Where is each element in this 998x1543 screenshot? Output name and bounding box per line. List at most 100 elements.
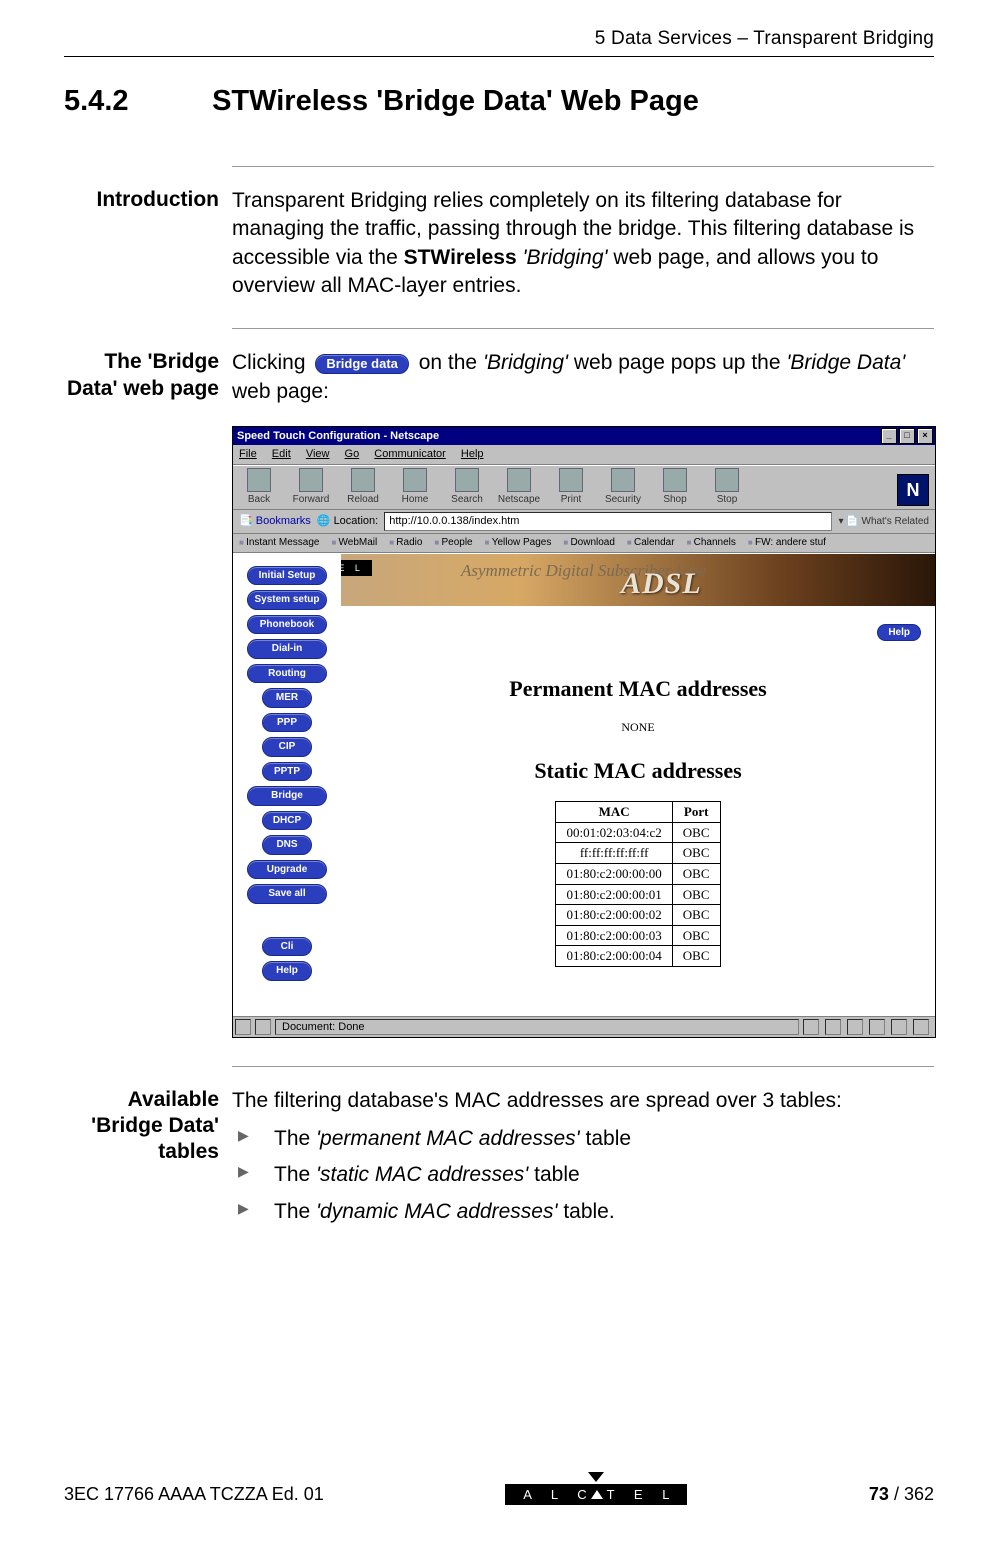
logo-triangle-icon bbox=[588, 1472, 604, 1482]
page-footer: 3EC 17766 AAAA TCZZA Ed. 01 A L C T E L … bbox=[64, 1472, 934, 1505]
label-introduction: Introduction bbox=[64, 187, 219, 213]
toolbar-print[interactable]: Print bbox=[551, 468, 591, 507]
sidebar-phonebook[interactable]: Phonebook bbox=[247, 615, 327, 635]
page-current: 73 bbox=[869, 1484, 889, 1504]
content-help-button[interactable]: Help bbox=[877, 624, 921, 642]
toolbar-back[interactable]: Back bbox=[239, 468, 279, 507]
pt-instant-message[interactable]: Instant Message bbox=[239, 536, 319, 550]
pt-fw-other[interactable]: FW: andere stuf bbox=[748, 536, 826, 550]
logo-bar: A L C T E L bbox=[505, 1484, 687, 1505]
list-item: The 'dynamic MAC addresses' table. bbox=[232, 1194, 934, 1230]
heading-static-mac: Static MAC addresses bbox=[341, 756, 935, 786]
window-maximize-icon[interactable]: □ bbox=[899, 428, 915, 444]
menu-edit[interactable]: Edit bbox=[272, 448, 291, 460]
sidebar-system-setup[interactable]: System setup bbox=[247, 590, 327, 610]
list-item: The 'permanent MAC addresses' table bbox=[232, 1121, 934, 1157]
menu-communicator[interactable]: Communicator bbox=[374, 448, 446, 460]
toolbar-stop[interactable]: Stop bbox=[707, 468, 747, 507]
text-none: NONE bbox=[341, 719, 935, 735]
sidebar-initial-setup[interactable]: Initial Setup bbox=[247, 566, 327, 586]
window-close-icon[interactable]: × bbox=[917, 428, 933, 444]
menu-file[interactable]: File bbox=[239, 448, 257, 460]
pt-people[interactable]: People bbox=[434, 536, 472, 550]
pt-channels[interactable]: Channels bbox=[687, 536, 736, 550]
security-icon bbox=[611, 468, 635, 492]
tray-icon bbox=[847, 1019, 863, 1035]
sidebar-dhcp[interactable]: DHCP bbox=[262, 811, 312, 831]
stop-icon bbox=[715, 468, 739, 492]
toolbar-home[interactable]: Home bbox=[395, 468, 435, 507]
label-bridge-data: The 'Bridge Data' web page bbox=[64, 349, 219, 402]
static-mac-table: MAC Port 00:01:02:03:04:c2OBC ff:ff:ff:f… bbox=[555, 801, 720, 966]
block-bridge-data: The 'Bridge Data' web page Clicking Brid… bbox=[232, 328, 934, 1065]
logo-text-right: T E L bbox=[607, 1487, 678, 1502]
sidebar-cip[interactable]: CIP bbox=[262, 737, 312, 757]
bd-it2: 'Bridge Data' bbox=[786, 351, 905, 374]
location-label: 🌐 Location: bbox=[317, 514, 378, 529]
page-total: / 362 bbox=[889, 1484, 934, 1504]
location-input[interactable]: http://10.0.0.138/index.htm bbox=[384, 512, 832, 531]
toolbar-forward[interactable]: Forward bbox=[291, 468, 331, 507]
back-icon bbox=[247, 468, 271, 492]
forward-icon bbox=[299, 468, 323, 492]
sidebar-pptp[interactable]: PPTP bbox=[262, 762, 312, 782]
menu-view[interactable]: View bbox=[306, 448, 330, 460]
table-row: 01:80:c2:00:00:03OBC bbox=[556, 925, 720, 946]
tray-icon bbox=[803, 1019, 819, 1035]
pt-webmail[interactable]: WebMail bbox=[331, 536, 377, 550]
menu-go[interactable]: Go bbox=[345, 448, 360, 460]
bd-it1: 'Bridging' bbox=[483, 351, 568, 374]
window-minimize-icon[interactable]: _ bbox=[881, 428, 897, 444]
reload-icon bbox=[351, 468, 375, 492]
bd-mid2: web page pops up the bbox=[568, 351, 786, 374]
sidebar-save-all[interactable]: Save all bbox=[247, 884, 327, 904]
toolbar-security[interactable]: Security bbox=[603, 468, 643, 507]
table-header-row: MAC Port bbox=[556, 802, 720, 823]
available-list: The 'permanent MAC addresses' table The … bbox=[232, 1121, 934, 1230]
toolbar-netscape[interactable]: Netscape bbox=[499, 468, 539, 507]
heading-number: 5.4.2 bbox=[64, 85, 204, 118]
sidebar-cli[interactable]: Cli bbox=[262, 937, 312, 957]
menu-help[interactable]: Help bbox=[461, 448, 484, 460]
menubar: File Edit View Go Communicator Help bbox=[233, 445, 935, 465]
logo-text-left: A L C bbox=[523, 1487, 594, 1502]
window-titlebar: Speed Touch Configuration - Netscape _ □… bbox=[233, 427, 935, 445]
netscape-icon bbox=[507, 468, 531, 492]
toolbar-search[interactable]: Search bbox=[447, 468, 487, 507]
footer-alcatel-logo: A L C T E L bbox=[505, 1472, 687, 1505]
table-row: 00:01:02:03:04:c2OBC bbox=[556, 822, 720, 843]
pt-yellow-pages[interactable]: Yellow Pages bbox=[485, 536, 552, 550]
banner-adsl-text: ADSL bbox=[621, 564, 702, 605]
sidebar-mer[interactable]: MER bbox=[262, 688, 312, 708]
bookmarks-button[interactable]: 📑 Bookmarks bbox=[239, 514, 311, 529]
pt-radio[interactable]: Radio bbox=[389, 536, 422, 550]
block-introduction: Introduction Transparent Bridging relies… bbox=[232, 166, 934, 328]
intro-bold: STWireless bbox=[404, 246, 517, 269]
sidebar-routing[interactable]: Routing bbox=[247, 664, 327, 684]
sidebar-help[interactable]: Help bbox=[262, 961, 312, 981]
table-row: 01:80:c2:00:00:04OBC bbox=[556, 946, 720, 967]
status-bar: Document: Done bbox=[233, 1016, 935, 1037]
status-text: Document: Done bbox=[275, 1019, 799, 1035]
block-available-tables: Available 'Bridge Data' tables The filte… bbox=[232, 1066, 934, 1258]
toolbar-reload[interactable]: Reload bbox=[343, 468, 383, 507]
bridge-data-button[interactable]: Bridge data bbox=[315, 354, 409, 375]
sidebar-ppp[interactable]: PPP bbox=[262, 713, 312, 733]
whats-related-button[interactable]: ▾ 📄 What's Related bbox=[838, 515, 929, 529]
toolbar-shop[interactable]: Shop bbox=[655, 468, 695, 507]
toolbar: Back Forward Reload Home Search Netscape… bbox=[233, 465, 935, 511]
sidebar-bridge[interactable]: Bridge bbox=[247, 786, 327, 806]
pt-calendar[interactable]: Calendar bbox=[627, 536, 675, 550]
screenshot-bridge-data: Speed Touch Configuration - Netscape _ □… bbox=[232, 426, 936, 1038]
table-row: ff:ff:ff:ff:ff:ffOBC bbox=[556, 843, 720, 864]
header-rule bbox=[64, 56, 934, 57]
sidebar-dial-in[interactable]: Dial-in bbox=[247, 639, 327, 659]
personal-toolbar: Instant Message WebMail Radio People Yel… bbox=[233, 534, 935, 553]
location-bar: 📑 Bookmarks 🌐 Location: http://10.0.0.13… bbox=[233, 510, 935, 534]
main-area: A L C A T E L Asymmetric Digital Subscri… bbox=[341, 554, 935, 1016]
list-item: The 'static MAC addresses' table bbox=[232, 1157, 934, 1193]
th-port: Port bbox=[672, 802, 720, 823]
pt-download[interactable]: Download bbox=[563, 536, 615, 550]
sidebar-dns[interactable]: DNS bbox=[262, 835, 312, 855]
sidebar-upgrade[interactable]: Upgrade bbox=[247, 860, 327, 880]
